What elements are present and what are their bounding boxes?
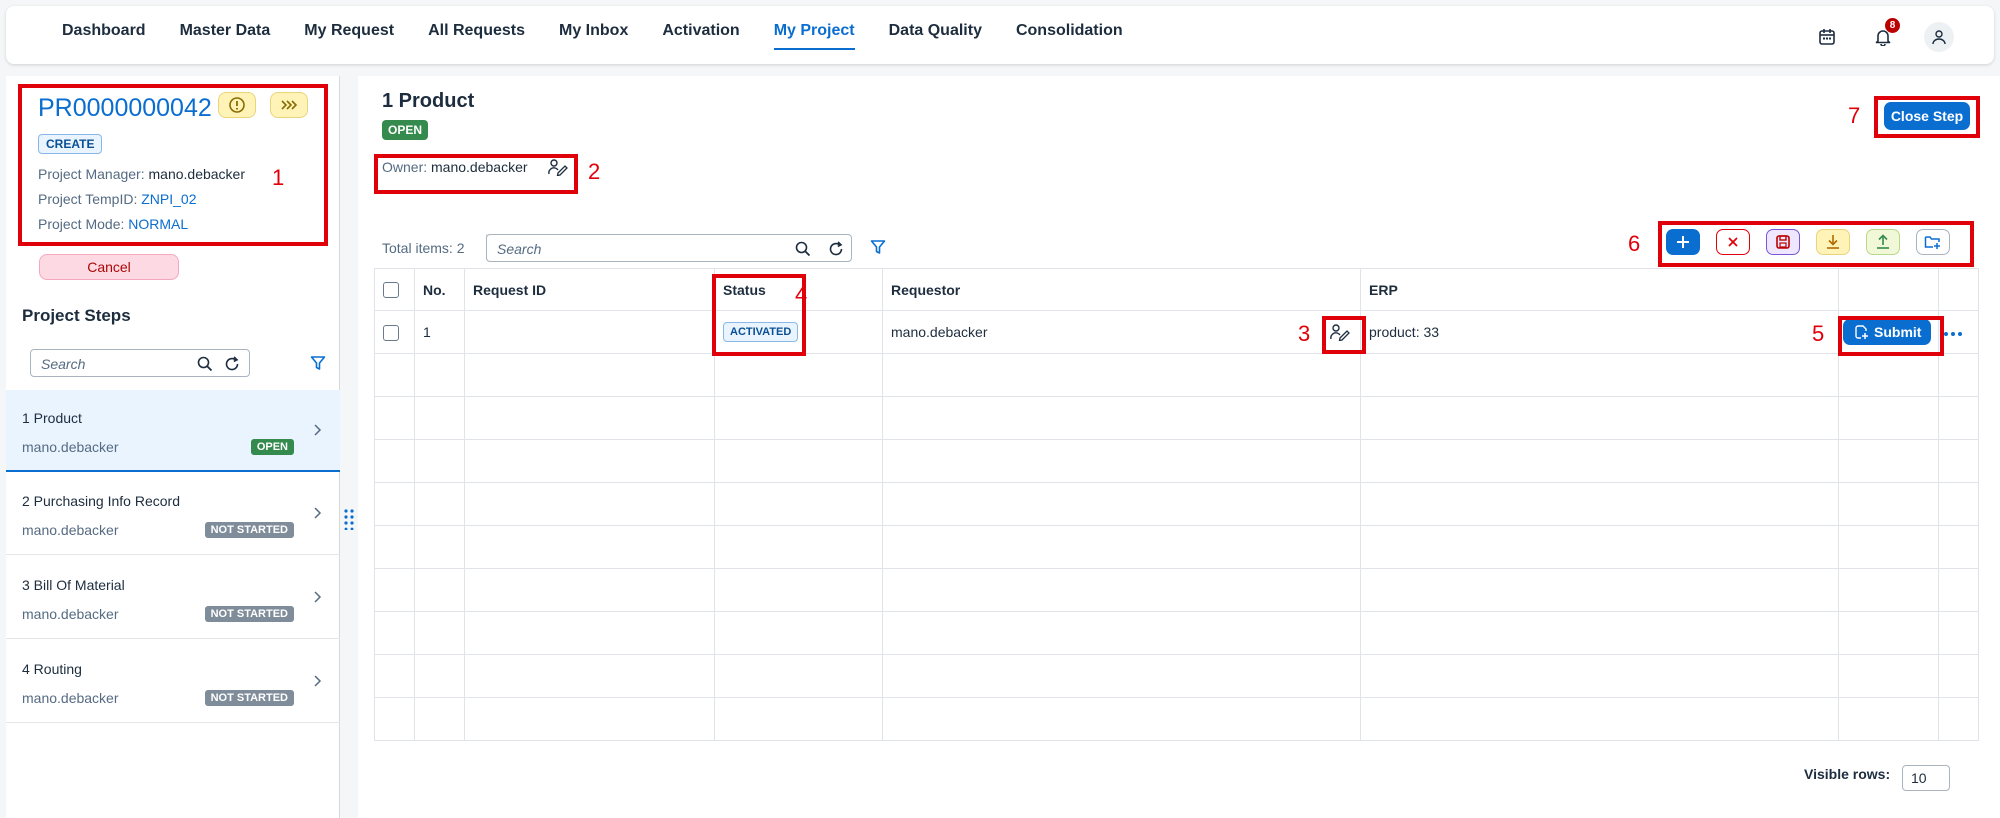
step-detail-panel: 1 Product OPEN Owner: mano.debacker 2 Cl… — [358, 76, 2000, 818]
row-checkbox[interactable] — [383, 324, 399, 341]
empty-row — [374, 439, 1979, 483]
annotation-box-6 — [1658, 221, 1974, 267]
empty-row — [374, 525, 1979, 569]
step-name: 2 Purchasing Info Record — [22, 493, 180, 509]
annotation-box-2 — [374, 154, 578, 194]
calendar-icon[interactable] — [1812, 22, 1842, 52]
nav-my-request[interactable]: My Request — [304, 6, 394, 64]
step-status-badge: NOT STARTED — [204, 606, 294, 622]
step-item-purchasing-info-record[interactable]: 2 Purchasing Info Record mano.debacker N… — [6, 473, 340, 555]
refresh-icon[interactable] — [223, 355, 241, 373]
notification-bell-icon[interactable]: 8 — [1868, 18, 1900, 52]
cancel-button[interactable]: Cancel — [39, 254, 179, 280]
empty-row — [374, 568, 1979, 612]
top-navigation-bar: Dashboard Master Data My Request All Req… — [6, 6, 1994, 64]
empty-row — [374, 654, 1979, 698]
left-panel: PR0000000042 CREATE Project Manager: man… — [6, 76, 340, 818]
cell-requestor: mano.debacker — [882, 310, 1361, 354]
column-header-erp[interactable]: ERP — [1360, 268, 1839, 311]
step-item-routing[interactable]: 4 Routing mano.debacker NOT STARTED — [6, 641, 340, 723]
requests-table: No. Request ID Status Requestor ERP 1 AC… — [374, 268, 1979, 741]
chevron-right-icon — [314, 591, 322, 603]
annotation-box-4 — [712, 274, 806, 356]
annotation-number-7: 7 — [1848, 103, 1861, 128]
filter-icon[interactable] — [310, 355, 326, 371]
notification-count-badge: 8 — [1885, 18, 1900, 33]
step-status-badge: OPEN — [250, 439, 294, 455]
annotation-number-6: 6 — [1628, 231, 1641, 256]
nav-data-quality[interactable]: Data Quality — [889, 6, 982, 64]
annotation-number-4: 4 — [795, 282, 808, 307]
project-steps-title: Project Steps — [22, 306, 131, 325]
visible-rows-label: Visible rows: — [1804, 766, 1891, 782]
cell-no: 1 — [414, 310, 465, 354]
step-item-product[interactable]: 1 Product mano.debacker OPEN — [6, 390, 340, 472]
column-header-requestor[interactable]: Requestor — [882, 268, 1361, 311]
step-owner: mano.debacker — [22, 522, 119, 538]
annotation-box-5 — [1838, 316, 1944, 356]
step-status-badge: OPEN — [382, 120, 429, 140]
step-name: 4 Routing — [22, 661, 82, 677]
nav-all-requests[interactable]: All Requests — [428, 6, 525, 64]
annotation-number-3: 3 — [1298, 321, 1311, 346]
total-items-text: Total items: 2 — [382, 240, 465, 256]
nav-master-data[interactable]: Master Data — [180, 6, 271, 64]
panel-splitter[interactable] — [340, 76, 358, 818]
select-all-cell — [374, 268, 415, 311]
column-header-request-id[interactable]: Request ID — [464, 268, 715, 311]
table-search-placeholder: Search — [497, 241, 542, 257]
nav-dashboard[interactable]: Dashboard — [62, 6, 146, 64]
chevron-right-icon — [314, 507, 322, 519]
select-all-checkbox[interactable] — [383, 282, 399, 299]
annotation-box-7 — [1874, 96, 1980, 138]
annotation-number-5: 5 — [1812, 321, 1825, 346]
annotation-number-2: 2 — [588, 159, 601, 184]
filter-icon[interactable] — [870, 239, 886, 255]
refresh-icon[interactable] — [827, 240, 845, 258]
step-owner: mano.debacker — [22, 606, 119, 622]
step-status-badge: NOT STARTED — [204, 690, 294, 706]
requestor-value: mano.debacker — [891, 324, 988, 340]
annotation-box-3 — [1322, 316, 1366, 354]
drag-handle-icon[interactable] — [343, 508, 355, 530]
step-name: 1 Product — [22, 410, 82, 426]
user-icon — [1932, 30, 1946, 45]
chevron-right-icon — [314, 675, 322, 687]
visible-rows-input[interactable]: 10 — [1902, 765, 1950, 791]
step-item-bill-of-material[interactable]: 3 Bill Of Material mano.debacker NOT STA… — [6, 557, 340, 639]
annotation-number-1: 1 — [272, 165, 285, 190]
cell-erp: product: 33 — [1360, 310, 1839, 354]
step-owner: mano.debacker — [22, 690, 119, 706]
row-select-cell — [374, 310, 415, 354]
chevron-right-icon — [314, 424, 322, 436]
empty-row — [374, 482, 1979, 526]
steps-search-placeholder: Search — [41, 356, 86, 372]
nav-my-project[interactable]: My Project — [773, 6, 855, 64]
main-nav: Dashboard Master Data My Request All Req… — [62, 6, 1157, 64]
cell-more — [1938, 310, 1979, 354]
table-row[interactable]: 1 ACTIVATED mano.debacker product: 33 Su… — [374, 310, 1979, 354]
step-title: 1 Product — [382, 90, 475, 112]
empty-row — [374, 697, 1979, 741]
search-icon[interactable] — [795, 241, 811, 257]
empty-row — [374, 396, 1979, 440]
column-header-more — [1938, 268, 1979, 311]
nav-consolidation[interactable]: Consolidation — [1016, 6, 1123, 64]
more-options-icon[interactable] — [1943, 331, 1963, 337]
step-owner: mano.debacker — [22, 439, 119, 455]
empty-row — [374, 353, 1979, 397]
step-status-badge: NOT STARTED — [204, 522, 294, 538]
column-header-action — [1838, 268, 1939, 311]
cell-request-id — [464, 310, 715, 354]
empty-row — [374, 611, 1979, 655]
steps-search-input[interactable]: Search — [30, 349, 250, 377]
table-search-input[interactable]: Search — [486, 234, 852, 262]
step-name: 3 Bill Of Material — [22, 577, 125, 593]
column-header-no[interactable]: No. — [414, 268, 465, 311]
nav-my-inbox[interactable]: My Inbox — [559, 6, 628, 64]
table-header-row: No. Request ID Status Requestor ERP — [374, 268, 1979, 311]
search-icon[interactable] — [197, 356, 213, 372]
user-avatar[interactable] — [1924, 22, 1954, 52]
nav-activation[interactable]: Activation — [662, 6, 739, 64]
